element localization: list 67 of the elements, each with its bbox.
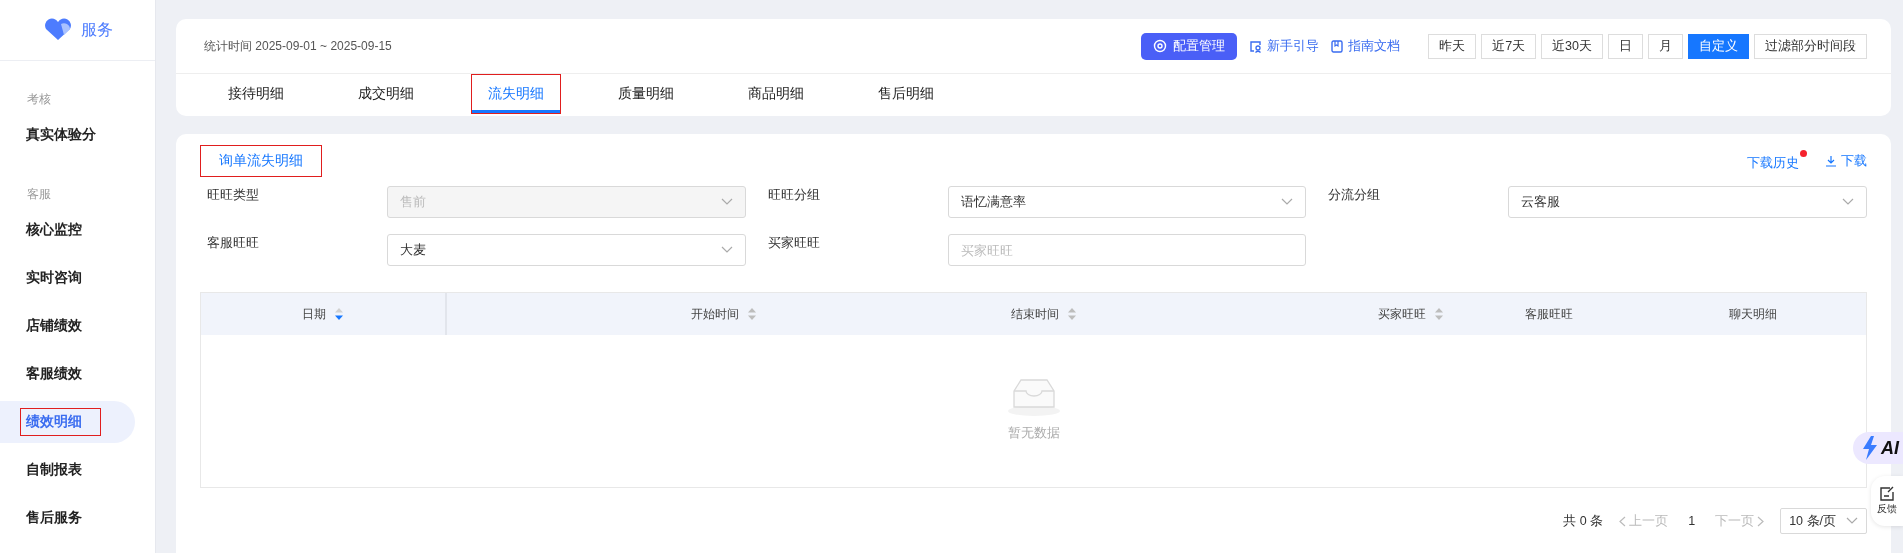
- stat-time: 统计时间 2025-09-01 ~ 2025-09-15: [204, 37, 392, 55]
- section-title: 询单流失明细: [200, 145, 322, 177]
- download-link[interactable]: 下载: [1825, 150, 1867, 172]
- chevron-right-icon: [1757, 515, 1765, 527]
- nav-group-title: 客服: [26, 186, 52, 203]
- page-number[interactable]: 1: [1684, 514, 1700, 528]
- filter-label: 买家旺旺: [767, 234, 821, 252]
- nav-item[interactable]: 绩效明细: [20, 408, 101, 436]
- feedback-button[interactable]: 反馈: [1871, 476, 1903, 526]
- page-size-select[interactable]: 10 条/页: [1780, 508, 1867, 534]
- nav-item[interactable]: 客服绩效: [20, 360, 88, 388]
- select-field[interactable]: 云客服: [1508, 186, 1867, 218]
- download-history-link[interactable]: 下载历史: [1747, 150, 1807, 172]
- guide-icon: [1249, 39, 1263, 53]
- total-count: 共 0 条: [1563, 512, 1604, 530]
- date-range-button[interactable]: 自定义: [1688, 33, 1749, 59]
- nav-item[interactable]: 店铺绩效: [20, 312, 88, 340]
- nav-item[interactable]: 真实体验分: [20, 121, 102, 149]
- filter-label: 旺旺分组: [767, 186, 821, 204]
- tab[interactable]: 售后明细: [861, 74, 951, 114]
- nav-item[interactable]: 自制报表: [20, 456, 88, 484]
- empty-text: 暂无数据: [1007, 425, 1060, 442]
- brand-name: 服务: [80, 19, 113, 40]
- filter-label: 旺旺类型: [207, 186, 260, 204]
- filter-label: 客服旺旺: [207, 234, 260, 252]
- date-range-button[interactable]: 日: [1608, 33, 1643, 59]
- date-range-button[interactable]: 近30天: [1541, 33, 1603, 59]
- guide-link[interactable]: 新手引导: [1249, 37, 1320, 55]
- edit-icon: [1879, 486, 1895, 502]
- tab[interactable]: 成交明细: [341, 74, 431, 114]
- nav-item[interactable]: 实时咨询: [20, 264, 88, 292]
- input-field[interactable]: 买家旺旺: [947, 234, 1307, 266]
- tab[interactable]: 流失明细: [471, 74, 561, 114]
- date-range-button[interactable]: 月: [1648, 33, 1683, 59]
- config-button[interactable]: 配置管理: [1141, 32, 1238, 60]
- empty-inbox-icon: [1005, 377, 1062, 417]
- select-field[interactable]: 大麦: [387, 234, 746, 266]
- chevron-left-icon: [1619, 515, 1627, 527]
- nav-item[interactable]: 核心监控: [20, 216, 88, 244]
- chevron-down-icon: [1842, 198, 1854, 206]
- chevron-down-icon: [1846, 517, 1858, 525]
- ai-assistant-button[interactable]: AI: [1853, 432, 1903, 464]
- settings-icon: [1153, 39, 1168, 53]
- book-icon: [1331, 39, 1344, 53]
- column-header: 聊天明细: [1728, 305, 1778, 323]
- column-header[interactable]: 日期: [201, 293, 447, 335]
- chevron-down-icon: [1281, 198, 1294, 206]
- select-field[interactable]: 语忆满意率: [947, 186, 1307, 218]
- heart-logo-icon: [42, 18, 73, 42]
- date-range-button[interactable]: 近7天: [1481, 33, 1537, 59]
- lightning-icon: [1861, 436, 1879, 460]
- nav-item[interactable]: 售后服务: [20, 504, 88, 532]
- column-header: 客服旺旺: [1524, 305, 1574, 323]
- chevron-down-icon: [720, 246, 733, 254]
- date-range-button[interactable]: 昨天: [1428, 33, 1477, 59]
- download-icon: [1825, 155, 1837, 167]
- filter-label: 分流分组: [1328, 186, 1382, 204]
- date-range-button[interactable]: 过滤部分时间段: [1754, 33, 1867, 59]
- column-header[interactable]: 结束时间: [771, 293, 1091, 335]
- tab[interactable]: 质量明细: [601, 74, 691, 114]
- chevron-down-icon: [720, 198, 733, 206]
- tab[interactable]: 接待明细: [211, 74, 301, 114]
- column-header[interactable]: 买家旺旺: [1091, 293, 1458, 335]
- tab[interactable]: 商品明细: [731, 74, 821, 114]
- column-header[interactable]: 开始时间: [447, 293, 771, 335]
- docs-link[interactable]: 指南文档: [1331, 37, 1401, 55]
- nav-group-title: 考核: [26, 91, 52, 108]
